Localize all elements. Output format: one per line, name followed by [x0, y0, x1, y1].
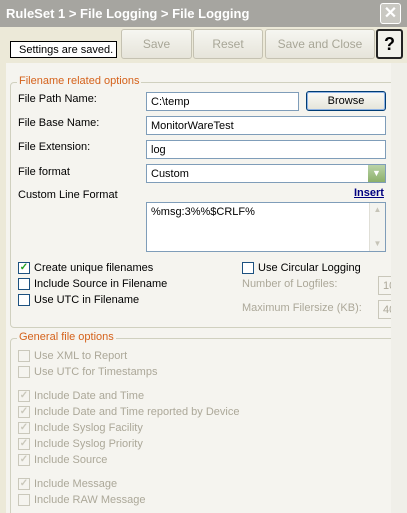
insert-link[interactable]: Insert	[354, 187, 384, 199]
utc-timestamps-checkbox[interactable]	[18, 366, 30, 378]
circular-logging-checkbox[interactable]	[242, 262, 254, 274]
include-message-checkbox[interactable]: ✓	[18, 478, 30, 490]
use-xml-label: Use XML to Report	[34, 350, 128, 362]
file-format-value: Custom	[151, 168, 189, 180]
title-bar: RuleSet 1 > File Logging > File Logging …	[0, 0, 407, 27]
panel-scrollbar[interactable]	[391, 63, 407, 513]
circular-logging-label: Use Circular Logging	[258, 262, 361, 274]
file-base-label: File Base Name:	[18, 117, 100, 129]
file-path-input[interactable]: C:\temp	[146, 92, 299, 111]
file-format-select[interactable]: Custom ▼	[146, 164, 386, 183]
max-filesize-label: Maximum Filersize (KB):	[242, 302, 362, 314]
include-source-label: Include Source	[34, 454, 108, 466]
browse-button[interactable]: Browse	[306, 91, 386, 111]
include-date-time-checkbox[interactable]: ✓	[18, 390, 30, 402]
file-base-input[interactable]: MonitorWareTest	[146, 116, 386, 135]
general-options-legend: General file options	[17, 331, 116, 343]
include-message-label: Include Message	[34, 478, 118, 490]
include-source-filename-checkbox[interactable]	[18, 278, 30, 290]
utc-filename-checkbox[interactable]	[18, 294, 30, 306]
scroll-up-icon[interactable]: ▲	[370, 203, 385, 217]
file-extension-input[interactable]: log	[146, 140, 386, 159]
scroll-down-icon[interactable]: ▼	[370, 237, 385, 251]
content-panel: Filename related options File Path Name:…	[6, 63, 397, 513]
textarea-scrollbar[interactable]: ▲ ▼	[369, 203, 385, 251]
include-source-filename-label: Include Source in Filename	[34, 278, 168, 290]
status-text: Settings are saved.	[10, 41, 117, 58]
include-device-date-label: Include Date and Time reported by Device	[34, 406, 240, 418]
chevron-down-icon[interactable]: ▼	[367, 165, 385, 182]
window-title: RuleSet 1 > File Logging > File Logging	[6, 6, 250, 21]
include-device-date-checkbox[interactable]: ✓	[18, 406, 30, 418]
custom-line-textarea[interactable]: %msg:3%%$CRLF% ▲ ▼	[146, 202, 386, 252]
custom-line-value: %msg:3%%$CRLF%	[151, 206, 255, 218]
include-facility-label: Include Syslog Facility	[34, 422, 143, 434]
reset-button[interactable]: Reset	[193, 29, 263, 59]
create-unique-filenames-label: Create unique filenames	[34, 262, 154, 274]
num-logfiles-label: Number of Logfiles:	[242, 278, 338, 290]
filename-options-legend: Filename related options	[17, 75, 142, 87]
create-unique-filenames-checkbox[interactable]: ✓	[18, 262, 30, 274]
utc-timestamps-label: Use UTC for Timestamps	[34, 366, 158, 378]
close-button[interactable]: ✕	[380, 3, 401, 24]
include-priority-label: Include Syslog Priority	[34, 438, 143, 450]
utc-filename-label: Use UTC in Filename	[34, 294, 140, 306]
include-raw-message-label: Include RAW Message	[34, 494, 146, 506]
file-format-label: File format	[18, 166, 70, 178]
include-priority-checkbox[interactable]: ✓	[18, 438, 30, 450]
include-facility-checkbox[interactable]: ✓	[18, 422, 30, 434]
use-xml-checkbox[interactable]	[18, 350, 30, 362]
custom-line-label: Custom Line Format	[18, 189, 118, 201]
file-extension-label: File Extension:	[18, 141, 91, 153]
include-source-checkbox[interactable]: ✓	[18, 454, 30, 466]
help-button[interactable]: ?	[376, 29, 403, 59]
include-date-time-label: Include Date and Time	[34, 390, 145, 402]
include-raw-message-checkbox[interactable]	[18, 494, 30, 506]
save-button[interactable]: Save	[121, 29, 192, 59]
file-path-label: File Path Name:	[18, 93, 97, 105]
save-and-close-button[interactable]: Save and Close	[265, 29, 375, 59]
close-icon: ✕	[383, 5, 398, 22]
